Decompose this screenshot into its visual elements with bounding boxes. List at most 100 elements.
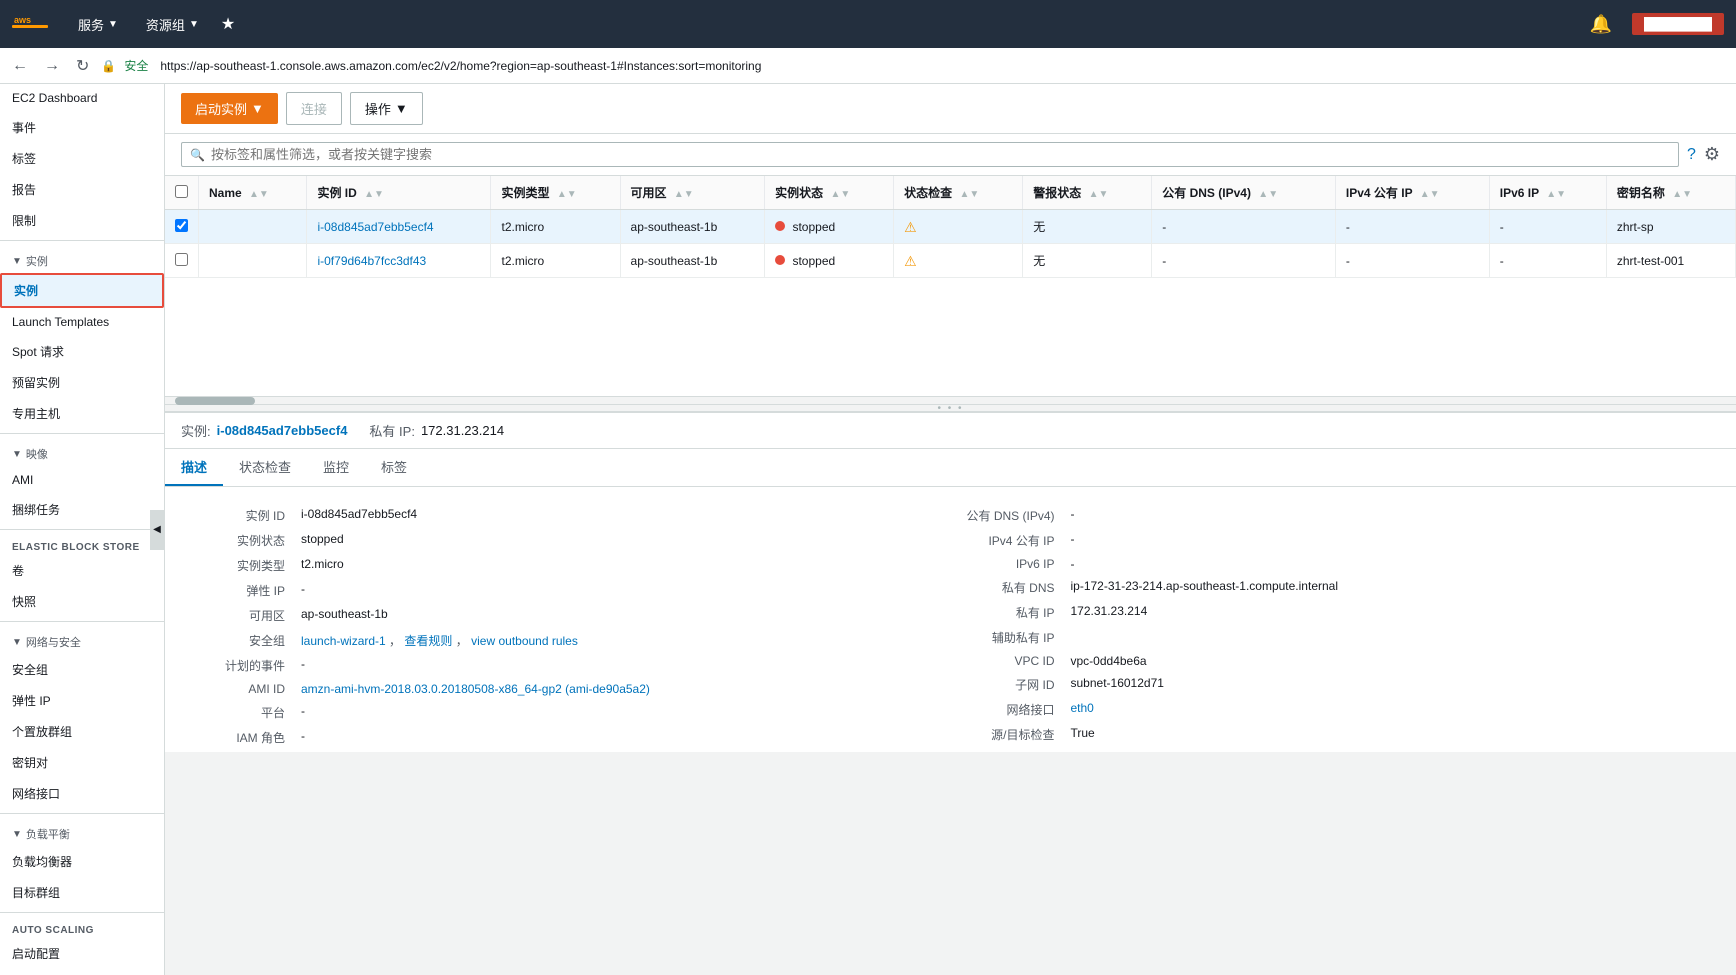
row2-checkbox[interactable]	[175, 253, 188, 266]
detail-panel: 实例: i-08d845ad7ebb5ecf4 私有 IP: 172.31.23…	[165, 412, 1736, 752]
detail-row-ipv4-public: IPv4 公有 IP -	[951, 528, 1721, 553]
col-instance-type[interactable]: 实例类型 ▲▼	[491, 176, 620, 210]
instance-type-sort-icon: ▲▼	[557, 189, 577, 200]
sidebar-item-reserved-instances[interactable]: 预留实例	[0, 367, 164, 398]
connect-button[interactable]: 连接	[286, 92, 342, 125]
row2-checkbox-cell[interactable]	[165, 244, 199, 278]
row1-instance-id[interactable]: i-08d845ad7ebb5ecf4	[307, 210, 491, 244]
sidebar-item-bundle-tasks[interactable]: 捆绑任务	[0, 494, 164, 525]
sidebar-item-placement-groups[interactable]: 个置放群组	[0, 716, 164, 747]
table-row[interactable]: i-0f79d64b7fcc3df43 t2.micro ap-southeas…	[165, 244, 1736, 278]
col-key-name[interactable]: 密钥名称 ▲▼	[1606, 176, 1735, 210]
sidebar-item-tags[interactable]: 标签	[0, 143, 164, 174]
tab-description[interactable]: 描述	[165, 449, 223, 486]
notification-bell-icon[interactable]: 🔔	[1590, 14, 1612, 35]
table-row[interactable]: i-08d845ad7ebb5ecf4 t2.micro ap-southeas…	[165, 210, 1736, 244]
row1-checkbox-cell[interactable]	[165, 210, 199, 244]
sidebar-item-launch-configs[interactable]: 启动配置	[0, 938, 164, 969]
row2-alarm: 无	[1023, 244, 1152, 278]
sidebar-section-instances[interactable]: ▼ 实例	[0, 245, 164, 273]
nav-resources[interactable]: 资源组 ▼	[136, 0, 209, 48]
sidebar-item-ami[interactable]: AMI	[0, 466, 164, 494]
col-ipv4[interactable]: IPv4 公有 IP ▲▼	[1335, 176, 1489, 210]
table-scrollbar[interactable]	[165, 396, 1736, 404]
nav-star-icon[interactable]: ★	[221, 14, 235, 34]
col-instance-id[interactable]: 实例 ID ▲▼	[307, 176, 491, 210]
sidebar-item-instances[interactable]: 实例	[0, 273, 164, 308]
sidebar-item-dedicated-hosts[interactable]: 专用主机	[0, 398, 164, 429]
sidebar-section-images[interactable]: ▼ 映像	[0, 438, 164, 466]
row2-az: ap-southeast-1b	[620, 244, 765, 278]
col-alarm-status[interactable]: 警报状态 ▲▼	[1023, 176, 1152, 210]
search-settings-icon[interactable]: ⚙	[1704, 144, 1720, 165]
search-help-icon[interactable]: ?	[1687, 146, 1696, 164]
row2-instance-id[interactable]: i-0f79d64b7fcc3df43	[307, 244, 491, 278]
col-public-dns[interactable]: 公有 DNS (IPv4) ▲▼	[1152, 176, 1336, 210]
detail-row-public-dns: 公有 DNS (IPv4) -	[951, 503, 1721, 528]
search-input[interactable]	[211, 147, 1670, 162]
detail-instance-id[interactable]: i-08d845ad7ebb5ecf4	[217, 423, 348, 438]
sidebar-item-volumes[interactable]: 卷	[0, 555, 164, 586]
secure-label: 安全	[124, 57, 148, 74]
resize-handle[interactable]: • • •	[165, 404, 1736, 412]
lb-collapse-icon: ▼	[12, 829, 22, 840]
sidebar-item-security-groups[interactable]: 安全组	[0, 654, 164, 685]
detail-row-platform: 平台 -	[181, 700, 951, 725]
sidebar-item-target-groups[interactable]: 目标群组	[0, 877, 164, 908]
sidebar-item-auto-scaling-groups[interactable]: Auto Scaling 组	[0, 969, 164, 975]
sidebar-section-network[interactable]: ▼ 网络与安全	[0, 626, 164, 654]
table-scrollbar-thumb[interactable]	[175, 397, 255, 405]
row1-status-check	[894, 210, 1023, 244]
row1-checkbox[interactable]	[175, 219, 188, 232]
sidebar-item-limits[interactable]: 限制	[0, 205, 164, 236]
col-status-check[interactable]: 状态检查 ▲▼	[894, 176, 1023, 210]
detail-row-ami-id: AMI ID amzn-ami-hvm-2018.03.0.20180508-x…	[181, 678, 951, 700]
row1-dns: -	[1152, 210, 1336, 244]
select-all-checkbox[interactable]	[175, 185, 188, 198]
col-instance-state[interactable]: 实例状态 ▲▼	[765, 176, 894, 210]
tab-monitoring[interactable]: 监控	[307, 449, 365, 486]
detail-left-section: 实例 ID i-08d845ad7ebb5ecf4 实例状态 stopped 实…	[181, 503, 951, 752]
sidebar-item-network-interfaces[interactable]: 网络接口	[0, 778, 164, 809]
dns-sort-icon: ▲▼	[1258, 189, 1278, 200]
detail-header: 实例: i-08d845ad7ebb5ecf4 私有 IP: 172.31.23…	[165, 413, 1736, 449]
sidebar-item-events[interactable]: 事件	[0, 112, 164, 143]
sidebar-collapse-button[interactable]: ◀	[150, 510, 164, 550]
top-navigation: aws 服务 ▼ 资源组 ▼ ★ 🔔 ████████	[0, 0, 1736, 48]
alarm-sort-icon: ▲▼	[1089, 189, 1109, 200]
url-text[interactable]: https://ap-southeast-1.console.aws.amazo…	[160, 59, 1728, 73]
col-ipv6[interactable]: IPv6 IP ▲▼	[1489, 176, 1606, 210]
forward-button[interactable]: →	[40, 57, 64, 75]
sidebar-item-load-balancers[interactable]: 负载均衡器	[0, 846, 164, 877]
col-name[interactable]: Name ▲▼	[199, 176, 307, 210]
col-checkbox[interactable]	[165, 176, 199, 210]
row1-alert-icon	[904, 219, 920, 235]
aws-logo[interactable]: aws	[12, 9, 52, 40]
sidebar-item-launch-templates[interactable]: Launch Templates	[0, 308, 164, 336]
sidebar-item-key-pairs[interactable]: 密钥对	[0, 747, 164, 778]
sidebar-section-load-balancing[interactable]: ▼ 负载平衡	[0, 818, 164, 846]
nav-services[interactable]: 服务 ▼	[68, 0, 128, 48]
sidebar-section-autoscaling-label: AUTO SCALING	[0, 917, 164, 938]
actions-button[interactable]: 操作 ▼	[350, 92, 423, 125]
refresh-button[interactable]: ↻	[72, 56, 93, 76]
instances-table: Name ▲▼ 实例 ID ▲▼ 实例类型 ▲▼ 可用区	[165, 176, 1736, 278]
detail-row-src-dst-check: 源/目标检查 True	[951, 722, 1721, 747]
back-button[interactable]: ←	[8, 57, 32, 75]
user-menu[interactable]: ████████	[1632, 13, 1724, 35]
sidebar-item-elastic-ips[interactable]: 弹性 IP	[0, 685, 164, 716]
sidebar-item-reports[interactable]: 报告	[0, 174, 164, 205]
tab-tags[interactable]: 标签	[365, 449, 423, 486]
sidebar-item-ec2-dashboard[interactable]: EC2 Dashboard	[0, 84, 164, 112]
sidebar-section-ebs-label: ELASTIC BLOCK STORE	[0, 534, 164, 555]
row2-instance-type: t2.micro	[491, 244, 620, 278]
instances-table-container: Name ▲▼ 实例 ID ▲▼ 实例类型 ▲▼ 可用区	[165, 176, 1736, 396]
detail-row-scheduled-events: 计划的事件 -	[181, 653, 951, 678]
launch-instance-button[interactable]: 启动实例 ▼	[181, 93, 278, 124]
sidebar-item-snapshots[interactable]: 快照	[0, 586, 164, 617]
sidebar-item-spot-requests[interactable]: Spot 请求	[0, 336, 164, 367]
detail-row-iam-role: IAM 角色 -	[181, 725, 951, 750]
detail-row-instance-id: 实例 ID i-08d845ad7ebb5ecf4	[181, 503, 951, 528]
col-availability-zone[interactable]: 可用区 ▲▼	[620, 176, 765, 210]
tab-status-checks[interactable]: 状态检查	[223, 449, 307, 486]
